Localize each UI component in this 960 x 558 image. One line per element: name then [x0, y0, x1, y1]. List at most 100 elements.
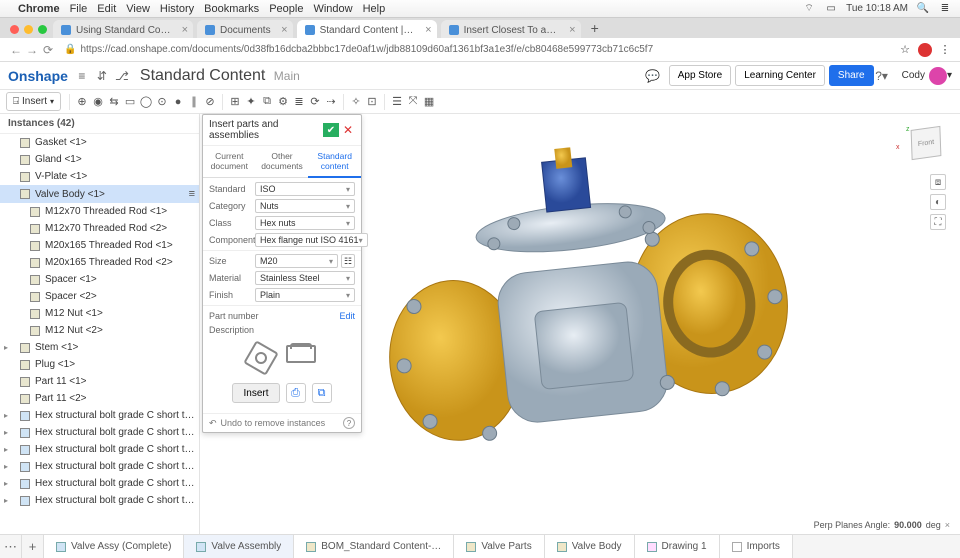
component-select[interactable]: Hex flange nut ISO 4161▾ [255, 233, 368, 247]
browser-tab[interactable]: Insert Closest To and Furthes…× [441, 20, 581, 38]
instance-item[interactable]: ▸Hex structural bolt grade C short t… [0, 475, 199, 492]
mac-menu-bookmarks[interactable]: Bookmarks [204, 3, 259, 15]
instance-item[interactable]: Spacer <2> [0, 288, 199, 305]
mac-menu-edit[interactable]: Edit [97, 3, 116, 15]
app-store-button[interactable]: App Store [669, 65, 731, 86]
reload-button[interactable]: ⟳ [40, 43, 56, 57]
wifi-icon[interactable]: ⌔ [802, 3, 816, 15]
expand-chevron-icon[interactable]: ▸ [4, 343, 8, 352]
browser-tab-active[interactable]: Standard Content | Valve As…× [297, 20, 437, 38]
instance-item[interactable]: Plug <1> [0, 356, 199, 373]
size-select[interactable]: M20▾ [255, 254, 338, 268]
branch-icon[interactable]: ⎇ [114, 68, 130, 84]
planar-mate-icon[interactable]: ▭ [122, 94, 138, 110]
forward-button[interactable]: → [24, 43, 40, 57]
configure-size-icon[interactable]: ☷ [341, 254, 355, 268]
view-cube-face[interactable]: Front [911, 126, 942, 160]
user-menu[interactable]: Cody ▾ [902, 67, 952, 85]
document-tab[interactable]: Valve Parts [454, 535, 544, 558]
chrome-menu-icon[interactable]: ⋮ [938, 43, 952, 57]
mate-connector-icon[interactable]: ✦ [243, 94, 259, 110]
hide-show-icon[interactable]: ◐ [930, 194, 946, 210]
onshape-logo[interactable]: Onshape [8, 68, 68, 84]
instance-item[interactable]: M12x70 Threaded Rod <1> [0, 203, 199, 220]
instance-item[interactable]: M12 Nut <2> [0, 322, 199, 339]
instance-item[interactable]: Gland <1> [0, 151, 199, 168]
undo-icon[interactable]: ↶ [209, 418, 217, 429]
document-tab[interactable]: Valve Assy (Complete) [44, 535, 184, 558]
instance-item[interactable]: M12 Nut <1> [0, 305, 199, 322]
close-tab-icon[interactable]: × [182, 24, 188, 36]
instance-item[interactable]: ▸Hex structural bolt grade C short t… [0, 492, 199, 509]
instance-item[interactable]: ▸Stem <1> [0, 339, 199, 356]
mac-menu-view[interactable]: View [126, 3, 150, 15]
instance-item[interactable]: ▸Hex structural bolt grade C short t… [0, 441, 199, 458]
gear-relation-icon[interactable]: ⚙ [275, 94, 291, 110]
edit-link[interactable]: Edit [339, 311, 355, 321]
zoom-fit-icon[interactable]: ⛶ [930, 214, 946, 230]
close-tab-icon[interactable]: × [569, 24, 575, 36]
url-field[interactable]: 🔒https://cad.onshape.com/documents/0d38f… [64, 44, 884, 55]
mac-menu-history[interactable]: History [160, 3, 194, 15]
section-view-icon[interactable]: ⧈ [930, 174, 946, 190]
close-tab-icon[interactable]: × [281, 24, 287, 36]
mac-menu-window[interactable]: Window [313, 3, 352, 15]
instance-item[interactable]: Spacer <1> [0, 271, 199, 288]
learning-center-button[interactable]: Learning Center [735, 65, 825, 86]
expand-chevron-icon[interactable]: ▸ [4, 445, 8, 454]
slider-mate-icon[interactable]: ⇆ [106, 94, 122, 110]
close-tab-icon[interactable]: × [425, 24, 431, 36]
tree-icon[interactable]: ⇵ [94, 68, 110, 84]
tangent-mate-icon[interactable]: ⊘ [202, 94, 218, 110]
instance-item[interactable]: ▸Hex structural bolt grade C short t… [0, 458, 199, 475]
screw-relation-icon[interactable]: ⟳ [307, 94, 323, 110]
tab-standard-content[interactable]: Standard content [308, 146, 361, 178]
back-button[interactable]: ← [8, 43, 24, 57]
mac-menu-people[interactable]: People [269, 3, 303, 15]
expand-chevron-icon[interactable]: ▸ [4, 428, 8, 437]
ball-mate-icon[interactable]: ● [170, 94, 186, 110]
mac-menu-file[interactable]: File [70, 3, 88, 15]
instance-menu-icon[interactable]: ≡ [189, 188, 195, 200]
instance-item[interactable]: ▸Hex structural bolt grade C short t… [0, 424, 199, 441]
expand-chevron-icon[interactable]: ▸ [4, 479, 8, 488]
battery-icon[interactable]: ▭ [824, 3, 838, 15]
new-tab-button[interactable]: + [585, 20, 605, 38]
status-close-icon[interactable]: × [945, 520, 950, 530]
view-cube[interactable]: xz Front [904, 122, 948, 166]
mac-app-name[interactable]: Chrome [18, 3, 60, 15]
expand-chevron-icon[interactable]: ▸ [4, 462, 8, 471]
tab-other-documents[interactable]: Other documents [256, 146, 309, 178]
document-tab[interactable]: BOM_Standard Content-… [294, 535, 454, 558]
instance-item[interactable]: M20x165 Threaded Rod <1> [0, 237, 199, 254]
instances-list[interactable]: Gasket <1>Gland <1>V-Plate <1>Valve Body… [0, 134, 199, 509]
snap-icon[interactable]: ✧ [348, 94, 364, 110]
document-tab[interactable]: Imports [720, 535, 793, 558]
spotlight-icon[interactable]: 🔍 [916, 3, 930, 15]
instance-item[interactable]: Gasket <1> [0, 134, 199, 151]
rack-relation-icon[interactable]: ≣ [291, 94, 307, 110]
material-select[interactable]: Stainless Steel▾ [255, 271, 355, 285]
doc-menu-icon[interactable]: ≡ [74, 68, 90, 84]
expand-chevron-icon[interactable]: ▸ [4, 496, 8, 505]
mac-menu-help[interactable]: Help [363, 3, 386, 15]
document-tab[interactable]: Drawing 1 [635, 535, 720, 558]
standard-select[interactable]: ISO▾ [255, 182, 355, 196]
instance-item[interactable]: Valve Body <1>≡ [0, 185, 199, 203]
document-tab[interactable]: Valve Body [545, 535, 635, 558]
revolute-mate-icon[interactable]: ◉ [90, 94, 106, 110]
class-select[interactable]: Hex nuts▾ [255, 216, 355, 230]
exploded-view-icon[interactable]: ⤧ [405, 94, 421, 110]
relation-icon[interactable]: ⧉ [259, 94, 275, 110]
instance-item[interactable]: ▸Hex structural bolt grade C short t… [0, 407, 199, 424]
minimize-window-icon[interactable] [24, 25, 33, 34]
pin-mate-icon[interactable]: ⊙ [154, 94, 170, 110]
browser-tab[interactable]: Using Standard Content in O…× [53, 20, 193, 38]
comments-icon[interactable]: 💬 [645, 68, 661, 84]
finish-select[interactable]: Plain▾ [255, 288, 355, 302]
insert-resolved-icon[interactable]: ⎙ [286, 383, 306, 403]
star-bookmark-icon[interactable]: ☆ [898, 43, 912, 57]
share-button[interactable]: Share [829, 65, 874, 86]
replicate-icon[interactable]: ⊡ [364, 94, 380, 110]
browser-tab[interactable]: Documents× [197, 20, 293, 38]
